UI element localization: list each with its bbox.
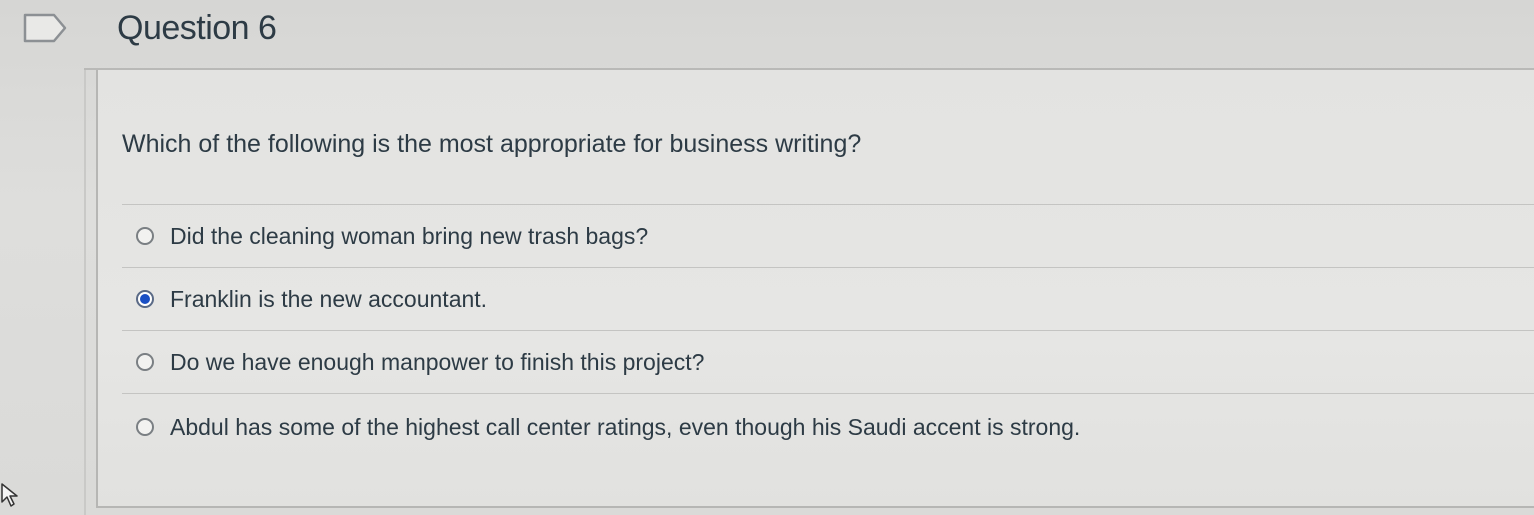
- answer-option-2[interactable]: Franklin is the new accountant.: [122, 267, 1534, 330]
- flag-question-button[interactable]: [22, 12, 68, 44]
- answer-label: Do we have enough manpower to finish thi…: [170, 349, 705, 375]
- quiz-page: Question 6 Which of the following is the…: [0, 0, 1534, 515]
- radio-button[interactable]: [136, 418, 154, 436]
- answer-label: Did the cleaning woman bring new trash b…: [170, 223, 649, 249]
- header-divider: [84, 68, 1534, 70]
- answer-label: Abdul has some of the highest call cente…: [170, 414, 1081, 440]
- radio-button[interactable]: [136, 227, 154, 245]
- radio-button-selected[interactable]: [136, 290, 154, 308]
- flag-icon: [23, 13, 67, 43]
- question-prompt: Which of the following is the most appro…: [122, 130, 862, 158]
- divider: [84, 68, 86, 515]
- radio-button[interactable]: [136, 353, 154, 371]
- question-title: Question 6: [117, 9, 277, 47]
- answer-option-1[interactable]: Did the cleaning woman bring new trash b…: [122, 204, 1534, 267]
- answer-option-3[interactable]: Do we have enough manpower to finish thi…: [122, 330, 1534, 393]
- mouse-pointer-icon: [1, 483, 18, 507]
- answer-list: Did the cleaning woman bring new trash b…: [122, 204, 1534, 460]
- answer-option-4[interactable]: Abdul has some of the highest call cente…: [122, 393, 1534, 460]
- answer-label: Franklin is the new accountant.: [170, 286, 488, 312]
